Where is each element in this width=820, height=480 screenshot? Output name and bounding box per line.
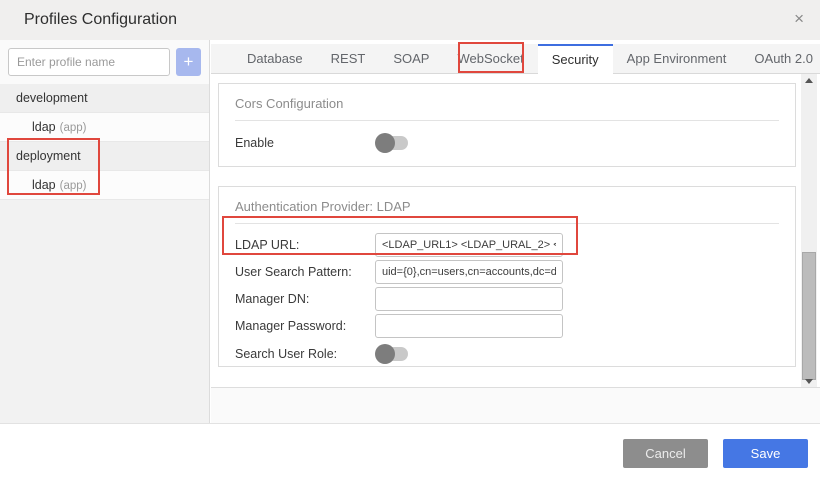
tab-oauth[interactable]: OAuth 2.0 — [740, 44, 820, 74]
cancel-button[interactable]: Cancel — [623, 439, 708, 468]
scroll-up-arrow-icon[interactable] — [801, 74, 817, 86]
scrollbar-thumb[interactable] — [802, 252, 816, 380]
profile-type-suffix: (app) — [60, 122, 87, 134]
profiles-configuration-dialog: Profiles Configuration × + development l… — [0, 0, 820, 480]
profile-item-ldap-deployment[interactable]: ldap (app) — [0, 171, 209, 200]
profile-add-row: + — [0, 40, 209, 84]
manager-dn-row: Manager DN: — [235, 286, 779, 312]
profile-name: ldap — [32, 178, 56, 192]
profile-item-deployment[interactable]: deployment — [0, 142, 209, 171]
tab-soap[interactable]: SOAP — [379, 44, 443, 74]
profile-name: ldap — [32, 120, 56, 134]
profile-name-input[interactable] — [8, 48, 170, 76]
profile-name: deployment — [16, 149, 81, 163]
tab-websocket[interactable]: WebSocket — [443, 44, 537, 74]
cors-enable-toggle[interactable] — [375, 133, 411, 153]
profile-settings-panel: Database REST SOAP WebSocket Security Ap… — [211, 40, 820, 423]
search-user-role-label: Search User Role: — [235, 347, 375, 361]
user-search-pattern-row: User Search Pattern: — [235, 259, 779, 285]
user-search-pattern-label: User Search Pattern: — [235, 265, 375, 279]
ldap-url-input[interactable] — [375, 233, 563, 257]
authentication-provider-section: Authentication Provider: LDAP LDAP URL: … — [218, 186, 796, 367]
cors-configuration-section: Cors Configuration Enable — [218, 83, 796, 167]
profile-item-ldap-development[interactable]: ldap (app) — [0, 113, 209, 142]
dialog-titlebar: Profiles Configuration × — [0, 0, 820, 40]
toggle-knob — [375, 344, 395, 364]
vertical-scrollbar[interactable] — [801, 74, 817, 387]
manager-dn-input[interactable] — [375, 287, 563, 311]
profile-type-suffix: (app) — [60, 180, 87, 192]
cors-enable-label: Enable — [235, 136, 375, 150]
dialog-title: Profiles Configuration — [24, 11, 177, 29]
save-button[interactable]: Save — [723, 439, 808, 468]
user-search-pattern-input[interactable] — [375, 260, 563, 284]
manager-password-row: Manager Password: — [235, 313, 779, 339]
search-user-role-row: Search User Role: — [235, 340, 779, 368]
tab-rest[interactable]: REST — [317, 44, 380, 74]
tab-app-environment[interactable]: App Environment — [613, 44, 741, 74]
auth-section-heading: Authentication Provider: LDAP — [219, 187, 795, 223]
cors-section-heading: Cors Configuration — [219, 84, 795, 120]
ldap-url-label: LDAP URL: — [235, 238, 375, 252]
profile-item-development[interactable]: development — [0, 84, 209, 113]
dialog-footer: Cancel Save — [0, 423, 820, 480]
settings-tabbar: Database REST SOAP WebSocket Security Ap… — [211, 44, 820, 74]
profiles-sidebar: + development ldap (app) deployment ldap (… — [0, 40, 210, 423]
tab-content-footer — [211, 387, 820, 423]
sidebar-empty-area — [0, 200, 209, 423]
ldap-url-row: LDAP URL: — [235, 232, 779, 258]
tab-database[interactable]: Database — [233, 44, 317, 74]
tab-security[interactable]: Security — [538, 44, 613, 74]
profile-list: development ldap (app) deployment ldap (ap… — [0, 84, 209, 200]
manager-dn-label: Manager DN: — [235, 292, 375, 306]
security-tab-content: Cors Configuration Enable Authentication… — [211, 74, 820, 387]
scroll-down-arrow-icon[interactable] — [801, 375, 817, 387]
profile-name: development — [16, 91, 88, 105]
manager-password-input[interactable] — [375, 314, 563, 338]
close-icon[interactable]: × — [794, 9, 804, 29]
toggle-knob — [375, 133, 395, 153]
add-profile-button[interactable]: + — [176, 48, 201, 76]
manager-password-label: Manager Password: — [235, 319, 375, 333]
search-user-role-toggle[interactable] — [375, 344, 411, 364]
